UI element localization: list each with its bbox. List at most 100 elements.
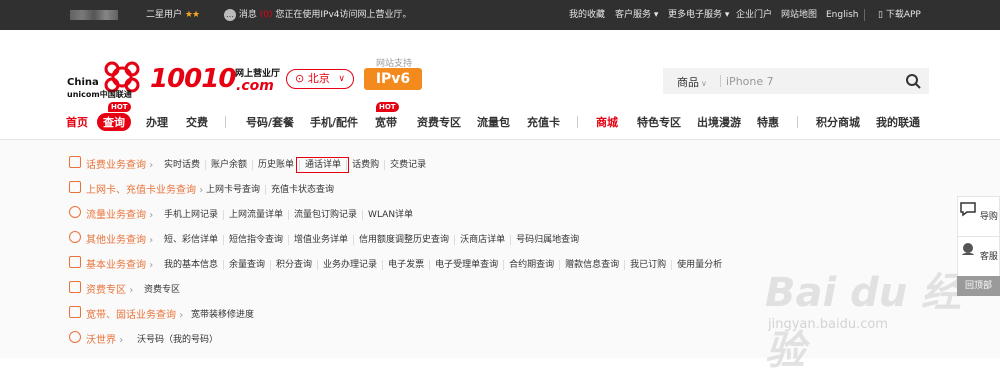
search-divider bbox=[720, 75, 721, 87]
guide-button[interactable]: 导购 bbox=[957, 196, 1000, 236]
category-link[interactable]: 宽带、固话业务查询 › bbox=[86, 306, 183, 321]
username-blurred[interactable] bbox=[70, 0, 118, 30]
link-remaining[interactable]: 余量查询 bbox=[223, 260, 271, 270]
main-nav: 首页 HOT 查询 办理 交费 号码/套餐 手机/配件 HOT 宽带 资费专区 … bbox=[0, 102, 1000, 134]
link-rechargecard-status[interactable]: 充值卡状态查询 bbox=[265, 185, 340, 195]
link-wo-number[interactable]: 沃号码（我的号码） bbox=[131, 335, 223, 345]
nav-recharge[interactable]: 充值卡 bbox=[527, 114, 560, 130]
link-wlan-details[interactable]: WLAN详单 bbox=[362, 210, 419, 220]
nav-payment[interactable]: 交费 bbox=[186, 114, 208, 130]
link-datacard-number[interactable]: 上网卡号查询 bbox=[200, 185, 265, 195]
favorites-link[interactable]: 我的收藏 bbox=[569, 0, 605, 30]
query-row-other: 其他业务查询 › 短、彩信详单 短信指令查询 增值业务详单 信用额度调整历史查询 沃商店… bbox=[0, 228, 950, 248]
nav-mall[interactable]: 商城 bbox=[596, 114, 618, 130]
customer-service-menu[interactable]: 客户服务 ▾ bbox=[615, 0, 658, 30]
search-icon[interactable] bbox=[905, 73, 921, 89]
link-sms-details[interactable]: 短、彩信详单 bbox=[158, 235, 223, 245]
document-icon bbox=[69, 256, 81, 268]
link-broadband-progress[interactable]: 宽带装移修进度 bbox=[185, 310, 259, 320]
nav-divider bbox=[577, 116, 578, 128]
billing-icon bbox=[69, 156, 81, 168]
nav-divider bbox=[225, 116, 226, 128]
link-datapack-orders[interactable]: 流量包订购记录 bbox=[288, 210, 363, 220]
search-category-select[interactable]: 商品 ∨ bbox=[677, 74, 707, 90]
nav-featured[interactable]: 特色专区 bbox=[637, 114, 681, 130]
link-credit-history[interactable]: 信用额度调整历史查询 bbox=[353, 235, 455, 245]
link-contract-period[interactable]: 合约期查询 bbox=[503, 260, 560, 270]
enterprise-portal-link[interactable]: 企业门户 bbox=[736, 0, 772, 30]
link-usage-analysis[interactable]: 使用量分析 bbox=[671, 260, 728, 270]
back-to-top-button[interactable]: 回顶部 bbox=[957, 276, 1000, 296]
user-level: 二星用户 ★★ bbox=[146, 10, 200, 20]
card-icon bbox=[69, 181, 81, 193]
download-app-link[interactable]: ▯ 下载APP bbox=[878, 0, 921, 30]
category-link[interactable]: 基本业务查询 › bbox=[86, 256, 153, 271]
category-link[interactable]: 话费业务查询 › bbox=[86, 156, 153, 171]
nav-data-pack[interactable]: 流量包 bbox=[477, 114, 510, 130]
brand-en: China bbox=[67, 77, 99, 88]
category-link[interactable]: 流量业务查询 › bbox=[86, 206, 153, 221]
nav-phones[interactable]: 手机/配件 bbox=[310, 114, 358, 130]
nav-divider bbox=[797, 116, 798, 128]
english-link[interactable]: English bbox=[826, 0, 859, 30]
hot-badge: HOT bbox=[108, 102, 131, 112]
link-number-location[interactable]: 号码归属地查询 bbox=[510, 235, 585, 245]
side-float-bar: 导购 客服 回顶部 bbox=[957, 196, 1000, 296]
tariff-icon bbox=[69, 281, 81, 293]
link-account-balance[interactable]: 账户余额 bbox=[205, 160, 253, 170]
link-service-records[interactable]: 业务办理记录 bbox=[317, 260, 383, 270]
link-points[interactable]: 积分查询 bbox=[270, 260, 318, 270]
nav-handle[interactable]: 办理 bbox=[146, 114, 168, 130]
message-icon: … bbox=[224, 8, 236, 21]
nav-roaming[interactable]: 出境漫游 bbox=[697, 114, 741, 130]
link-e-receipt[interactable]: 电子受理单查询 bbox=[429, 260, 504, 270]
nav-home[interactable]: 首页 bbox=[66, 114, 88, 130]
link-data-details[interactable]: 上网流量详单 bbox=[223, 210, 289, 220]
link-tariff-zone[interactable]: 资费专区 bbox=[138, 285, 185, 295]
nav-my-unicom[interactable]: 我的联通 bbox=[876, 114, 920, 130]
query-row-datacard: 上网卡、充值卡业务查询 › 上网卡号查询 充值卡状态查询 bbox=[0, 178, 950, 198]
chevron-down-icon: ∨ bbox=[338, 74, 345, 84]
link-payment-records[interactable]: 交费记录 bbox=[384, 160, 432, 170]
link-wostore-details[interactable]: 沃商店详单 bbox=[454, 235, 511, 245]
headset-icon bbox=[962, 243, 975, 255]
wo-icon bbox=[69, 331, 81, 343]
link-vas-details[interactable]: 增值业务详单 bbox=[288, 235, 354, 245]
nav-tariffs[interactable]: 资费专区 bbox=[417, 114, 461, 130]
baidu-watermark-url: jingyan.baidu.com bbox=[768, 317, 888, 332]
phone-icon: ▯ bbox=[878, 10, 883, 20]
link-mobile-internet-records[interactable]: 手机上网记录 bbox=[158, 210, 223, 220]
logo-10010[interactable]: 10010 bbox=[150, 64, 236, 94]
link-realtime-fee[interactable]: 实时话费 bbox=[158, 160, 205, 170]
link-call-details[interactable]: 通话详单 bbox=[296, 157, 350, 173]
city-selector[interactable]: ⊙ 北京 ∨ bbox=[286, 69, 354, 89]
brand-cn: unicom中国联通 bbox=[67, 90, 132, 99]
search-bar: 商品 ∨ bbox=[663, 68, 929, 94]
hot-badge: HOT bbox=[376, 102, 399, 112]
chat-bubble-icon bbox=[960, 202, 976, 217]
category-link[interactable]: 沃世界 › bbox=[86, 331, 123, 346]
link-sms-command[interactable]: 短信指令查询 bbox=[223, 235, 289, 245]
search-input[interactable] bbox=[726, 71, 896, 91]
link-basic-info[interactable]: 我的基本信息 bbox=[158, 260, 223, 270]
topbar-divider bbox=[864, 9, 865, 21]
link-e-invoice[interactable]: 电子发票 bbox=[382, 260, 430, 270]
link-my-orders[interactable]: 我已订购 bbox=[624, 260, 672, 270]
link-fee-purchase[interactable]: 话费购 bbox=[346, 160, 385, 170]
category-link[interactable]: 资费专区 › bbox=[86, 281, 133, 296]
category-link[interactable]: 其他业务查询 › bbox=[86, 231, 153, 246]
message-link[interactable]: … 消息 (0) 您正在使用IPv4访问网上营业厅。 bbox=[224, 0, 412, 30]
nav-points-mall[interactable]: 积分商城 bbox=[816, 114, 860, 130]
category-link[interactable]: 上网卡、充值卡业务查询 › bbox=[86, 181, 203, 196]
service-button[interactable]: 客服 bbox=[957, 236, 1000, 276]
nav-query[interactable]: 查询 bbox=[97, 113, 131, 131]
link-history-bill[interactable]: 历史账单 bbox=[252, 160, 300, 170]
nav-number-plan[interactable]: 号码/套餐 bbox=[246, 114, 294, 130]
nav-broadband[interactable]: 宽带 bbox=[375, 114, 397, 130]
sitemap-link[interactable]: 网站地图 bbox=[781, 0, 817, 30]
star-icons: ★★ bbox=[184, 10, 200, 20]
link-gift-info[interactable]: 赠款信息查询 bbox=[559, 260, 625, 270]
nav-specials[interactable]: 特惠 bbox=[757, 114, 779, 130]
more-eservices-menu[interactable]: 更多电子服务 ▾ bbox=[668, 0, 729, 30]
broadband-icon bbox=[69, 306, 81, 318]
